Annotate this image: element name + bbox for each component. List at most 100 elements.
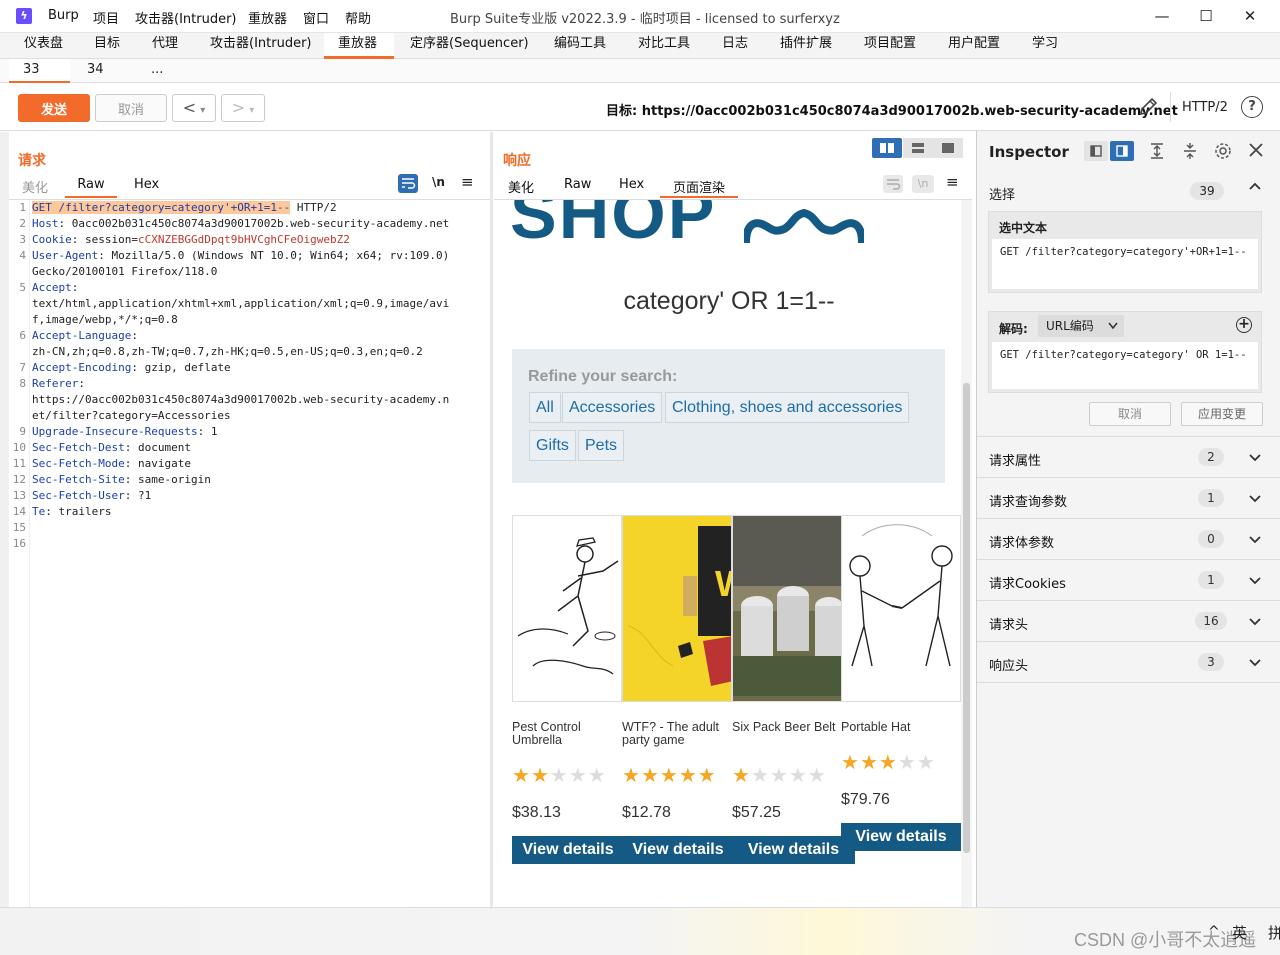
request-line[interactable]: Accept-Language: (32, 328, 484, 344)
tab-learn[interactable]: 学习 (1028, 33, 1062, 59)
filter-all[interactable]: All (529, 392, 561, 423)
request-line[interactable]: Cookie: session=cCXNZEBGGdDpqt9bHVCghCFe… (32, 232, 484, 248)
close-inspector-icon[interactable] (1246, 140, 1266, 160)
section-request-headers[interactable]: 请求头 16 (977, 601, 1280, 642)
send-button[interactable]: 发送 (18, 94, 90, 122)
edit-target-icon[interactable] (1137, 96, 1159, 118)
split-divider[interactable] (490, 132, 493, 907)
section-body-params[interactable]: 请求体参数 0 (977, 519, 1280, 560)
tab-comparer[interactable]: 对比工具 (634, 33, 694, 59)
chevron-up-icon[interactable] (1248, 179, 1262, 193)
response-menu-icon[interactable]: ≡ (946, 173, 959, 191)
filter-accessories[interactable]: Accessories (562, 392, 663, 423)
menu-intruder[interactable]: 攻击器(Intruder) (135, 8, 237, 27)
response-tab-hex[interactable]: Hex (619, 177, 644, 192)
view-details-button[interactable]: View details (622, 836, 734, 864)
tab-decoder[interactable]: 编码工具 (550, 33, 610, 59)
section-cookies[interactable]: 请求Cookies 1 (977, 560, 1280, 601)
request-line[interactable]: Upgrade-Insecure-Requests: 1 (32, 424, 484, 440)
request-line[interactable] (32, 536, 484, 552)
ime-mode-indicator[interactable]: 拼 (1268, 922, 1280, 943)
request-line[interactable]: User-Agent: Mozilla/5.0 (Windows NT 10.0… (32, 248, 484, 264)
inspector-cancel-button[interactable]: 取消 (1089, 402, 1171, 426)
scrollbar-thumb[interactable] (963, 383, 970, 853)
help-icon[interactable]: ? (1241, 96, 1263, 118)
tab-extensions[interactable]: 插件扩展 (776, 33, 836, 59)
tab-repeater[interactable]: 重放器 (324, 33, 394, 59)
expand-all-icon[interactable] (1147, 141, 1167, 161)
view-details-button[interactable]: View details (512, 836, 624, 864)
tab-sequencer[interactable]: 定序器(Sequencer) (406, 33, 533, 59)
add-decoder-icon[interactable]: + (1236, 317, 1252, 333)
inspector-dock-icon[interactable] (1110, 141, 1134, 161)
selected-text-value[interactable]: GET /filter?category=category'+OR+1=1-- (992, 239, 1258, 289)
filter-gifts[interactable]: Gifts (529, 430, 576, 461)
apply-changes-button[interactable]: 应用变更 (1181, 402, 1263, 426)
request-line[interactable]: GET /filter?category=category'+OR+1=1-- … (32, 200, 484, 216)
tab-user-options[interactable]: 用户配置 (944, 33, 1004, 59)
tab-logger[interactable]: 日志 (718, 33, 752, 59)
request-menu-icon[interactable]: ≡ (461, 173, 474, 191)
settings-gear-icon[interactable] (1213, 141, 1233, 161)
ime-language-indicator[interactable]: 英 (1232, 922, 1247, 943)
wrap-lines-icon[interactable] (398, 174, 418, 193)
tab-intruder[interactable]: 攻击器(Intruder) (206, 33, 316, 59)
response-tab-render[interactable]: 页面渲染 (660, 171, 738, 198)
response-tab-raw[interactable]: Raw (564, 177, 591, 192)
section-response-headers[interactable]: 响应头 3 (977, 642, 1280, 683)
section-query-params[interactable]: 请求查询参数 1 (977, 478, 1280, 519)
request-line[interactable]: Sec-Fetch-Dest: document (32, 440, 484, 456)
filter-clothing[interactable]: Clothing, shoes and accessories (665, 392, 910, 423)
repeater-tab-more[interactable]: ... (137, 59, 177, 83)
decoded-text-value[interactable]: GET /filter?category=category' OR 1=1-- (992, 342, 1258, 389)
request-line[interactable]: Sec-Fetch-User: ?1 (32, 488, 484, 504)
request-line[interactable]: f,image/webp,*/*;q=0.8 (32, 312, 484, 328)
http-version-toggle[interactable]: HTTP/2 (1182, 100, 1228, 115)
request-tab-hex[interactable]: Hex (134, 177, 159, 192)
request-line[interactable]: Sec-Fetch-Mode: navigate (32, 456, 484, 472)
layout-side-by-side-icon[interactable] (872, 138, 902, 158)
request-line[interactable]: Sec-Fetch-Site: same-origin (32, 472, 484, 488)
back-button[interactable]: < ▾ (172, 94, 216, 122)
request-line[interactable]: zh-CN,zh;q=0.8,zh-TW;q=0.7,zh-HK;q=0.5,e… (32, 344, 484, 360)
request-line[interactable]: Gecko/20100101 Firefox/118.0 (32, 264, 484, 280)
view-details-button[interactable]: View details (732, 836, 855, 864)
menu-burp[interactable]: Burp (48, 8, 79, 23)
request-tab-raw[interactable]: Raw (65, 171, 117, 198)
request-line[interactable]: Accept-Encoding: gzip, deflate (32, 360, 484, 376)
tab-target[interactable]: 目标 (90, 33, 124, 59)
request-line[interactable]: Host: 0acc002b031c450c8074a3d90017002b.w… (32, 216, 484, 232)
forward-button[interactable]: > ▾ (221, 94, 265, 122)
view-details-button[interactable]: View details (841, 823, 961, 851)
request-line[interactable]: Te: trailers (32, 504, 484, 520)
response-tab-pretty[interactable]: 美化 (508, 177, 534, 196)
minimize-button[interactable]: — (1142, 4, 1182, 28)
request-line[interactable]: https://0acc002b031c450c8074a3d90017002b… (32, 392, 484, 408)
request-line[interactable]: et/filter?category=Accessories (32, 408, 484, 424)
filter-pets[interactable]: Pets (578, 430, 625, 461)
request-editor[interactable]: 1 2 3 4 5 6 7 8 9 10 11 12 13 14 15 16 GET /filter?cate… (9, 199, 490, 908)
request-line[interactable]: Referer: (32, 376, 484, 392)
repeater-tab-34[interactable]: 34 × (73, 59, 133, 98)
layout-tabs-icon[interactable] (933, 138, 963, 158)
decode-mode-select[interactable]: URL编码 (1038, 315, 1124, 337)
request-line[interactable]: Accept: (32, 280, 484, 296)
cancel-button[interactable]: 取消 (95, 94, 167, 122)
show-newlines-toggle[interactable]: \n (432, 175, 445, 189)
menu-window[interactable]: 窗口 (303, 8, 329, 27)
layout-top-bottom-icon[interactable] (903, 138, 933, 158)
collapse-all-icon[interactable] (1180, 141, 1200, 161)
tab-project-options[interactable]: 项目配置 (860, 33, 920, 59)
request-raw-text[interactable]: GET /filter?category=category'+OR+1=1-- … (32, 200, 484, 552)
tab-dashboard[interactable]: 仪表盘 (20, 33, 67, 59)
request-tab-pretty[interactable]: 美化 (22, 177, 48, 196)
inspector-layout-icon[interactable] (1084, 141, 1108, 161)
menu-repeater[interactable]: 重放器 (248, 8, 287, 27)
repeater-tab-33[interactable]: 33 × (9, 59, 70, 98)
request-line[interactable] (32, 520, 484, 536)
tab-proxy[interactable]: 代理 (148, 33, 182, 59)
request-line[interactable]: text/html,application/xhtml+xml,applicat… (32, 296, 484, 312)
tray-expand-icon[interactable]: ^ (1208, 924, 1220, 940)
menu-project[interactable]: 项目 (93, 8, 119, 27)
menu-help[interactable]: 帮助 (345, 8, 371, 27)
